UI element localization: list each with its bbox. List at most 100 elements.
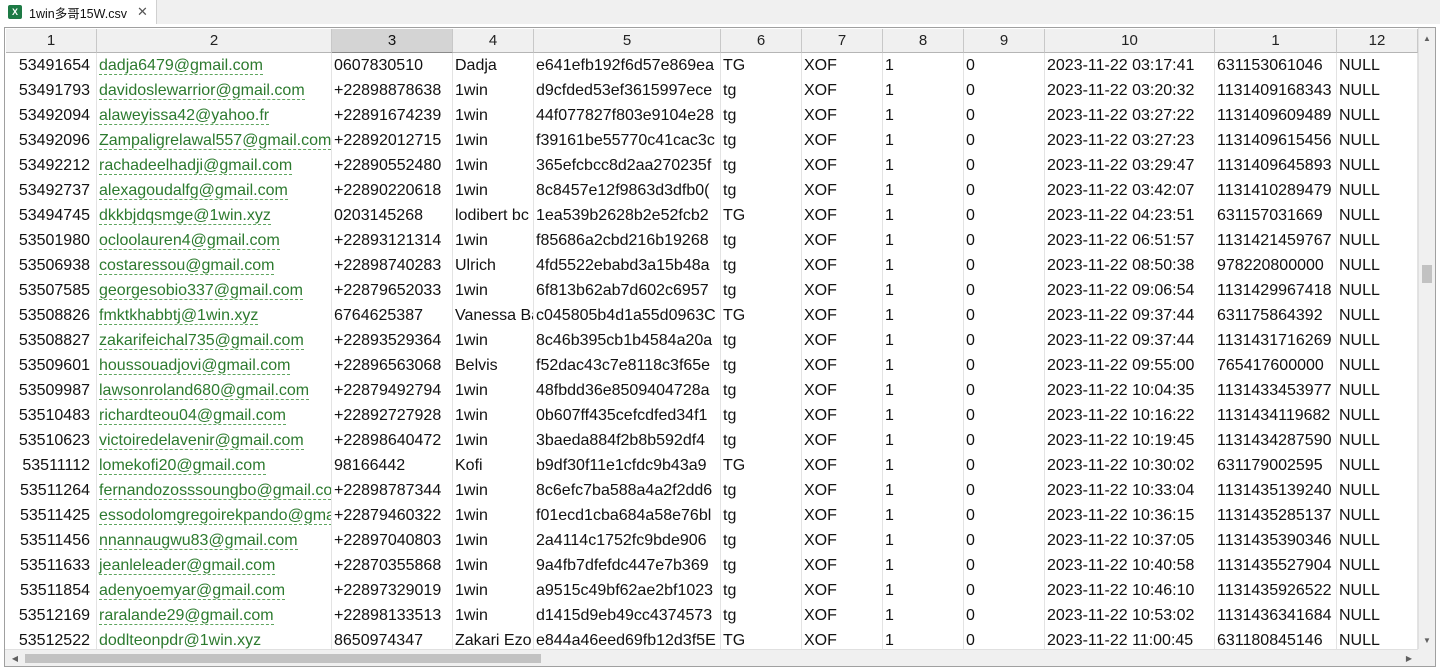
scroll-down-icon[interactable]: ▼ — [1419, 632, 1435, 648]
table-cell[interactable]: +22898640472 — [332, 428, 453, 453]
email-link[interactable]: alexagoudalfg@gmail.com — [99, 182, 288, 200]
table-cell[interactable]: XOF — [802, 178, 883, 203]
table-cell[interactable]: 0 — [964, 403, 1045, 428]
table-cell[interactable]: Kofi — [453, 453, 534, 478]
table-cell[interactable]: XOF — [802, 503, 883, 528]
table-cell[interactable]: 8c8457e12f9863d3dfb0( — [534, 178, 721, 203]
email-link[interactable]: georgesobio337@gmail.com — [99, 282, 303, 300]
table-cell[interactable]: Belvis — [453, 353, 534, 378]
table-cell[interactable]: 0 — [964, 203, 1045, 228]
table-cell[interactable]: raralande29@gmail.com — [97, 603, 332, 628]
table-cell[interactable]: XOF — [802, 403, 883, 428]
table-cell[interactable]: 53510623 — [6, 428, 97, 453]
table-cell[interactable]: 1win — [453, 603, 534, 628]
table-cell[interactable]: +22898878638 — [332, 78, 453, 103]
email-link[interactable]: dadja6479@gmail.com — [99, 57, 263, 75]
table-cell[interactable]: 2023-11-22 06:51:57 — [1045, 228, 1215, 253]
email-link[interactable]: Zampaligrelawal557@gmail.com — [99, 132, 331, 150]
table-cell[interactable]: 53509601 — [6, 353, 97, 378]
table-cell[interactable]: 1131434119682 — [1215, 403, 1337, 428]
table-cell[interactable]: georgesobio337@gmail.com — [97, 278, 332, 303]
table-cell[interactable]: 2023-11-22 04:23:51 — [1045, 203, 1215, 228]
email-link[interactable]: houssouadjovi@gmail.com — [99, 357, 291, 375]
table-cell[interactable]: 1 — [883, 403, 964, 428]
table-cell[interactable]: fernandozosssoungbo@gmail.com — [97, 478, 332, 503]
table-cell[interactable]: 1131435285137 — [1215, 503, 1337, 528]
table-cell[interactable]: NULL — [1337, 253, 1418, 278]
table-cell[interactable]: 1131409645893 — [1215, 153, 1337, 178]
table-cell[interactable]: +22893529364 — [332, 328, 453, 353]
table-cell[interactable]: 631179002595 — [1215, 453, 1337, 478]
table-cell[interactable]: XOF — [802, 128, 883, 153]
table-cell[interactable]: NULL — [1337, 553, 1418, 578]
table-cell[interactable]: 53501980 — [6, 228, 97, 253]
table-cell[interactable]: 0 — [964, 303, 1045, 328]
table-cell[interactable]: e641efb192f6d57e869ea — [534, 53, 721, 78]
column-header[interactable]: 4 — [453, 29, 534, 53]
table-cell[interactable]: 0 — [964, 328, 1045, 353]
table-cell[interactable]: 1131436341684 — [1215, 603, 1337, 628]
table-cell[interactable]: 1131434287590 — [1215, 428, 1337, 453]
table-cell[interactable]: TG — [721, 53, 802, 78]
table-cell[interactable]: +22898740283 — [332, 253, 453, 278]
table-cell[interactable]: 1131429967418 — [1215, 278, 1337, 303]
email-link[interactable]: victoiredelavenir@gmail.com — [99, 432, 304, 450]
table-cell[interactable]: +22892012715 — [332, 128, 453, 153]
table-cell[interactable]: +22897040803 — [332, 528, 453, 553]
table-cell[interactable]: 1win — [453, 328, 534, 353]
table-cell[interactable]: tg — [721, 603, 802, 628]
file-tab[interactable]: X 1win多哥15W.csv ✕ — [0, 0, 157, 24]
table-cell[interactable]: 1win — [453, 78, 534, 103]
table-cell[interactable]: 53492096 — [6, 128, 97, 153]
table-cell[interactable]: NULL — [1337, 78, 1418, 103]
table-cell[interactable]: 0203145268 — [332, 203, 453, 228]
table-cell[interactable]: XOF — [802, 353, 883, 378]
table-cell[interactable]: tg — [721, 328, 802, 353]
table-cell[interactable]: 53511425 — [6, 503, 97, 528]
table-cell[interactable]: XOF — [802, 378, 883, 403]
table-cell[interactable]: 1ea539b2628b2e52fcb2 — [534, 203, 721, 228]
email-link[interactable]: alaweyissa42@yahoo.fr — [99, 107, 270, 125]
table-cell[interactable]: tg — [721, 578, 802, 603]
table-cell[interactable]: 1131433453977 — [1215, 378, 1337, 403]
email-link[interactable]: raralande29@gmail.com — [99, 607, 274, 625]
table-cell[interactable]: 1131421459767 — [1215, 228, 1337, 253]
table-cell[interactable]: XOF — [802, 228, 883, 253]
table-cell[interactable]: 2023-11-22 10:36:15 — [1045, 503, 1215, 528]
table-cell[interactable]: 2023-11-22 10:19:45 — [1045, 428, 1215, 453]
scroll-right-icon[interactable]: ▶ — [1401, 650, 1417, 666]
table-cell[interactable]: NULL — [1337, 478, 1418, 503]
table-cell[interactable]: Ulrich — [453, 253, 534, 278]
table-cell[interactable]: 0b607ff435cefcdfed34f1 — [534, 403, 721, 428]
table-cell[interactable]: 2023-11-22 10:04:35 — [1045, 378, 1215, 403]
table-cell[interactable]: 53512169 — [6, 603, 97, 628]
table-cell[interactable]: 631157031669 — [1215, 203, 1337, 228]
table-cell[interactable]: NULL — [1337, 453, 1418, 478]
table-cell[interactable]: 1131435527904 — [1215, 553, 1337, 578]
email-link[interactable]: fmktkhabbtj@1win.xyz — [99, 307, 259, 325]
table-cell[interactable]: TG — [721, 303, 802, 328]
table-cell[interactable]: 2023-11-22 08:50:38 — [1045, 253, 1215, 278]
table-cell[interactable]: TG — [721, 453, 802, 478]
table-cell[interactable]: NULL — [1337, 503, 1418, 528]
table-cell[interactable]: 1 — [883, 153, 964, 178]
table-cell[interactable]: 1 — [883, 378, 964, 403]
table-cell[interactable]: 1 — [883, 203, 964, 228]
table-cell[interactable]: XOF — [802, 53, 883, 78]
vertical-scrollbar[interactable]: ▲ ▼ — [1418, 28, 1435, 650]
table-cell[interactable]: 2023-11-22 09:37:44 — [1045, 303, 1215, 328]
column-header[interactable]: 1 — [1215, 29, 1337, 53]
table-cell[interactable]: 1 — [883, 603, 964, 628]
column-header[interactable]: 12 — [1337, 29, 1418, 53]
table-cell[interactable]: NULL — [1337, 278, 1418, 303]
table-cell[interactable]: 978220800000 — [1215, 253, 1337, 278]
email-link[interactable]: nnannaugwu83@gmail.com — [99, 532, 298, 550]
table-cell[interactable]: XOF — [802, 603, 883, 628]
horizontal-scrollbar[interactable]: ◀ ▶ — [5, 649, 1419, 666]
table-cell[interactable]: 2023-11-22 10:37:05 — [1045, 528, 1215, 553]
table-cell[interactable]: tg — [721, 503, 802, 528]
table-cell[interactable]: adenyoemyar@gmail.com — [97, 578, 332, 603]
table-cell[interactable]: 2023-11-22 10:16:22 — [1045, 403, 1215, 428]
table-cell[interactable]: tg — [721, 528, 802, 553]
table-cell[interactable]: alexagoudalfg@gmail.com — [97, 178, 332, 203]
